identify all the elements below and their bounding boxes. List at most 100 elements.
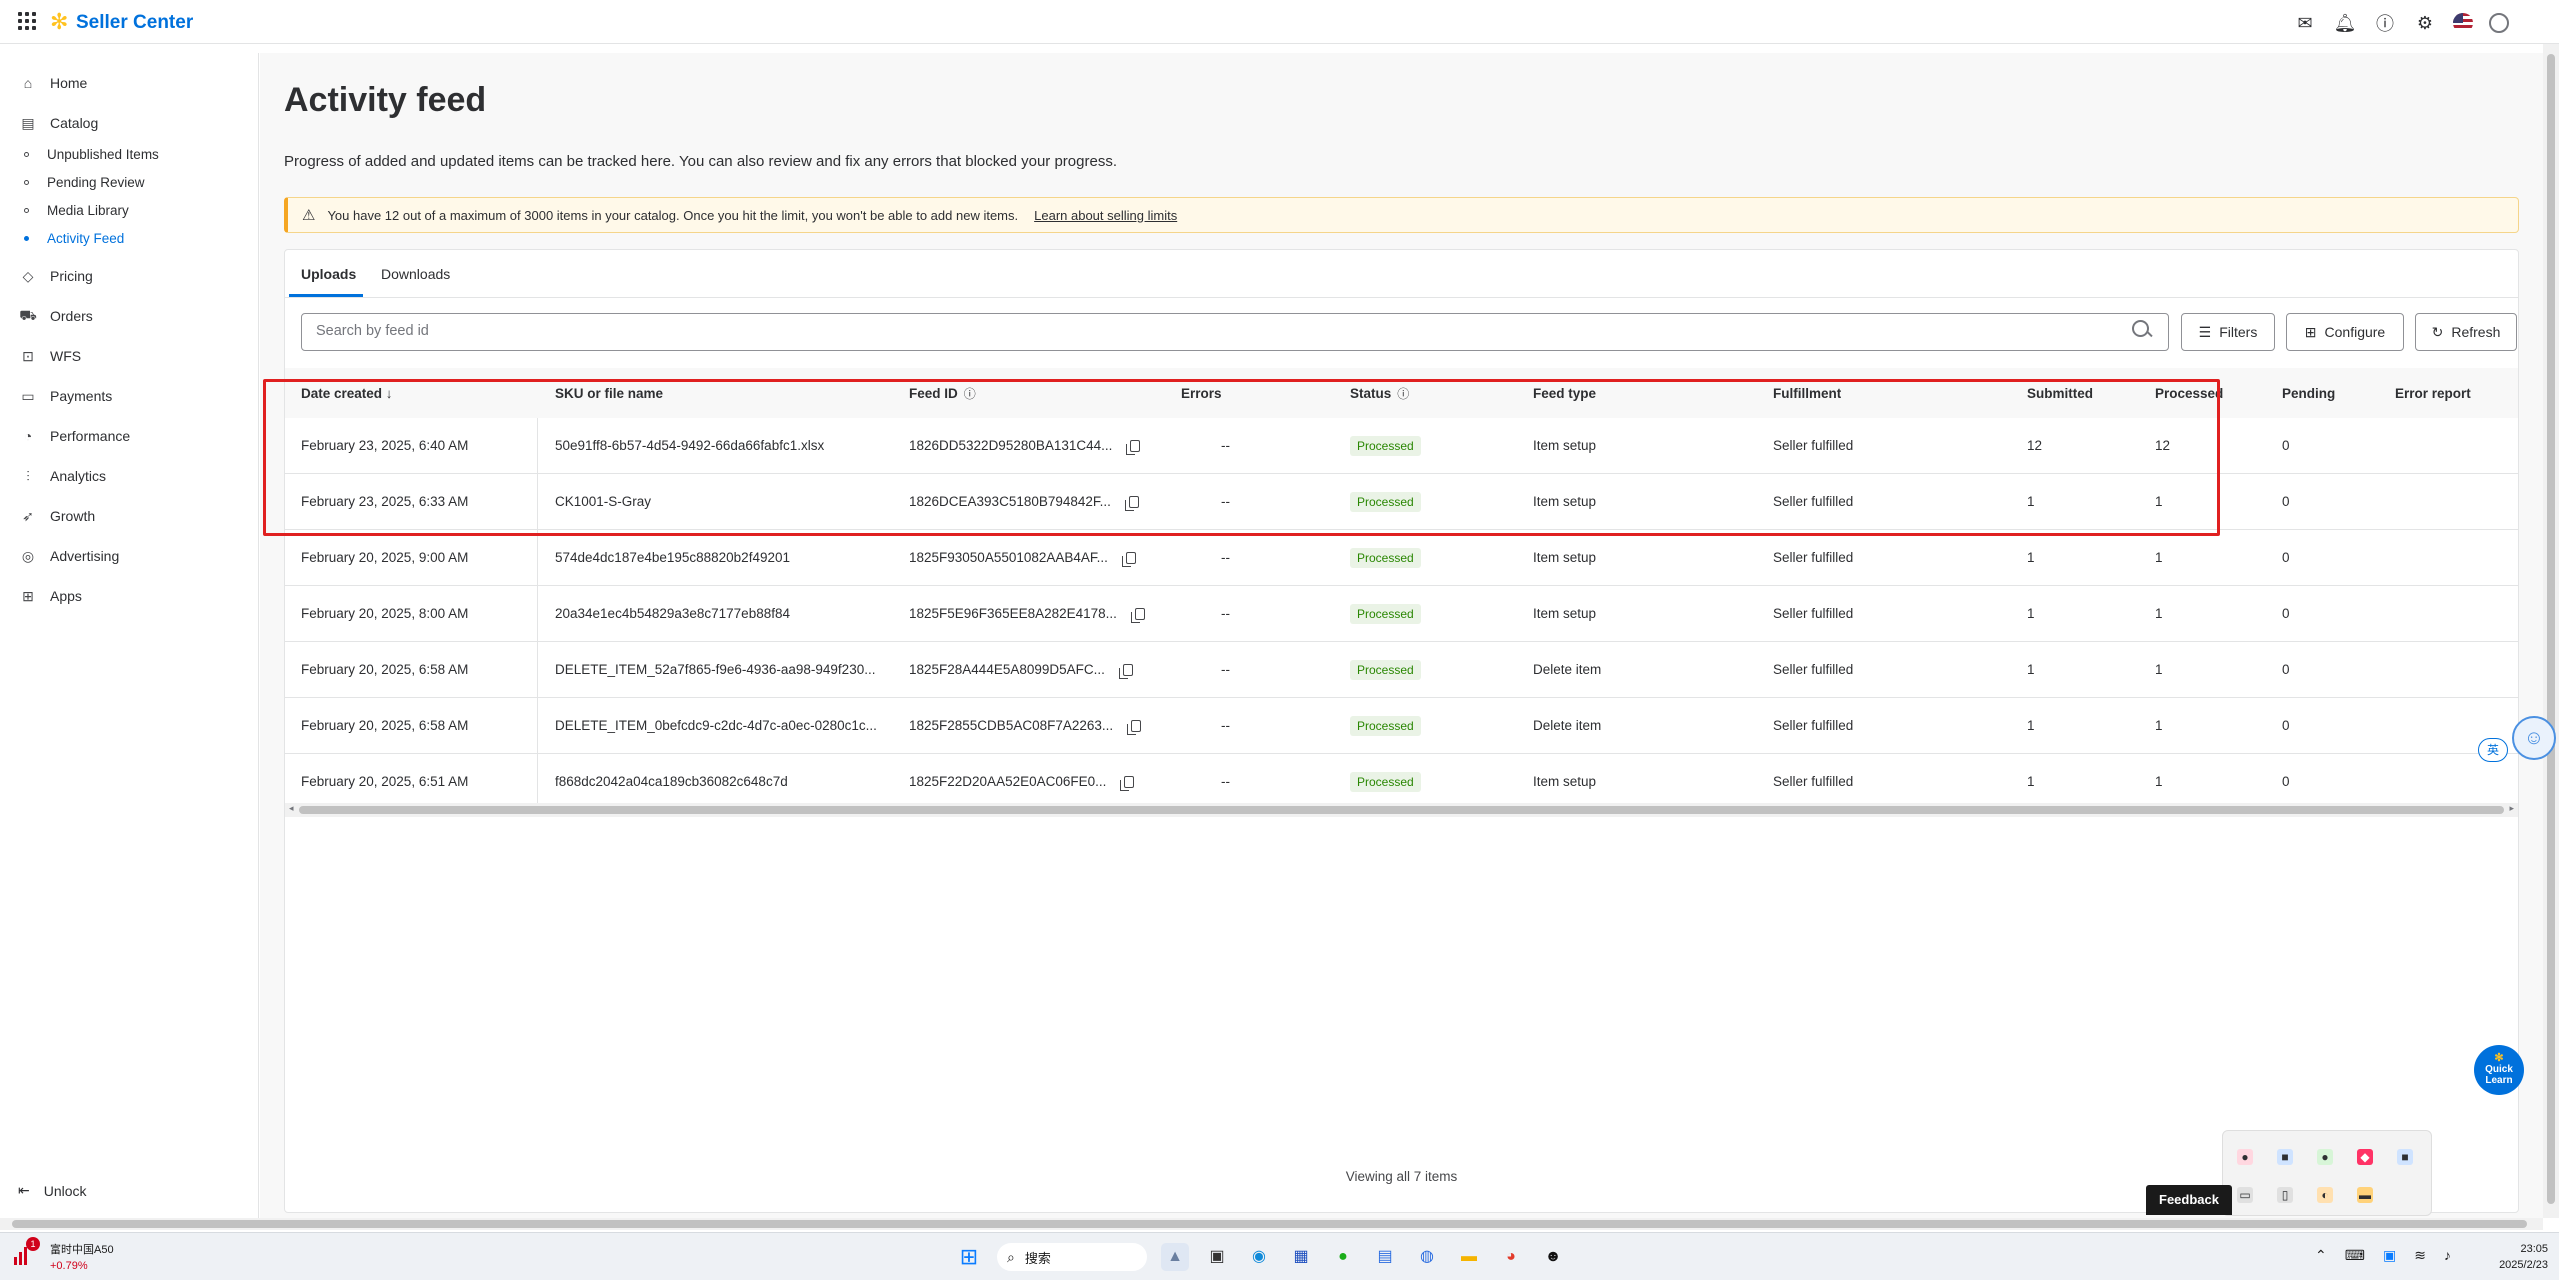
quick-learn-button[interactable]: ✻ Quick Learn	[2474, 1045, 2524, 1095]
windows-start-icon[interactable]: ⊞	[955, 1243, 983, 1271]
filters-button[interactable]: ☰ Filters	[2181, 313, 2275, 351]
gear-icon[interactable]: ⚙	[2413, 13, 2437, 34]
cell-text: 0	[2282, 494, 2290, 509]
qq-tray-icon[interactable]: ●	[2237, 1149, 2253, 1165]
qq-icon[interactable]: ☻	[1539, 1243, 1567, 1271]
sidebar-sub-media-library[interactable]: Media Library	[24, 203, 129, 218]
feedback-button[interactable]: Feedback	[2146, 1185, 2232, 1215]
tab-uploads[interactable]: Uploads	[301, 266, 356, 282]
sidebar-item-payments[interactable]: ▭ Payments	[18, 381, 112, 411]
app-tray-icon[interactable]: ▣	[2383, 1247, 2396, 1264]
sidebar-sub-unpublished[interactable]: Unpublished Items	[24, 147, 159, 162]
taskbar-clock[interactable]: 23:05 2025/2/23	[2488, 1241, 2548, 1273]
cell-text: 12	[2027, 438, 2043, 453]
app-tray-icon[interactable]: ▬	[2357, 1187, 2373, 1203]
table-row[interactable]: February 20, 2025, 9:00 AM 574de4dc187e4b…	[285, 530, 2518, 586]
scroll-left-icon[interactable]: ◂	[289, 803, 294, 814]
app-icon[interactable]: ▦	[1287, 1243, 1315, 1271]
table-row[interactable]: February 23, 2025, 6:33 AM CK1001-S-Gray 1…	[285, 474, 2518, 530]
sidebar-item-pricing[interactable]: ◇ Pricing	[18, 261, 93, 291]
search-icon[interactable]	[2132, 320, 2152, 342]
app-tray-icon[interactable]: ■	[2277, 1149, 2293, 1165]
app-grid-icon[interactable]	[18, 12, 38, 32]
selling-limits-link[interactable]: Learn about selling limits	[1034, 208, 1177, 223]
language-toggle[interactable]: 英	[2478, 738, 2508, 762]
page-horizontal-scrollbar[interactable]	[0, 1218, 2543, 1230]
copy-icon[interactable]	[1124, 495, 1139, 511]
task-view-icon[interactable]: ▣	[1203, 1243, 1231, 1271]
sidebar-item-orders[interactable]: ⛟ Orders	[18, 301, 93, 331]
taskbar-search[interactable]: ⌕ 搜索	[997, 1243, 1147, 1271]
sidebar-item-home[interactable]: ⌂ Home	[18, 68, 88, 98]
us-flag-icon[interactable]	[2453, 13, 2473, 33]
app-tray-icon[interactable]: ◐	[2317, 1187, 2333, 1203]
tab-downloads[interactable]: Downloads	[381, 266, 450, 282]
folder-icon[interactable]: ▬	[1455, 1243, 1483, 1271]
chevron-up-icon[interactable]: ⌃	[2315, 1247, 2327, 1264]
stock-widget[interactable]: 1 富时中国A50 +0.79%	[14, 1237, 114, 1272]
wifi-icon[interactable]: ≋	[2414, 1247, 2426, 1264]
copy-icon[interactable]	[1127, 719, 1142, 735]
app-icon[interactable]: ▤	[1371, 1243, 1399, 1271]
wechat-tray-icon[interactable]: ●	[2317, 1149, 2333, 1165]
app-tray-icon[interactable]: ◆	[2357, 1149, 2373, 1165]
assistant-robot-icon[interactable]: ☺	[2512, 716, 2556, 760]
sidebar-sub-activity-feed[interactable]: Activity Feed	[24, 231, 124, 246]
table-row[interactable]: February 20, 2025, 6:58 AM DELETE_ITEM_0b…	[285, 698, 2518, 754]
cell-text: Seller fulfilled	[1773, 438, 1854, 453]
info-icon[interactable]: ⓘ	[964, 385, 976, 402]
sidebar-item-performance[interactable]: ◔ Performance	[18, 421, 130, 451]
refresh-button[interactable]: ↻ Refresh	[2415, 313, 2517, 351]
sidebar-unlock[interactable]: ⇤ Unlock	[18, 1182, 87, 1199]
sidebar-item-growth[interactable]: ➶ Growth	[18, 501, 95, 531]
sidebar-item-advertising[interactable]: ◎ Advertising	[18, 541, 119, 571]
scrollbar-thumb[interactable]	[12, 1220, 2527, 1228]
copy-icon[interactable]	[1118, 663, 1133, 679]
sidebar-item-catalog[interactable]: ▤ Catalog	[18, 108, 98, 138]
wechat-icon[interactable]: ●	[1329, 1243, 1357, 1271]
sidebar-item-apps[interactable]: ⊞ Apps	[18, 581, 82, 611]
bullet-icon	[24, 236, 29, 241]
copy-icon[interactable]	[1121, 551, 1136, 567]
status-badge: Processed	[1350, 435, 1421, 456]
bell-icon[interactable]: 🔔︎	[2333, 13, 2357, 34]
drive-tray-icon[interactable]: ▭	[2237, 1187, 2253, 1203]
table-horizontal-scrollbar[interactable]: ◂ ▸	[285, 803, 2518, 817]
scrollbar-thumb[interactable]	[2547, 54, 2555, 1204]
info-icon[interactable]: ⓘ	[1397, 385, 1409, 402]
sidebar-item-wfs[interactable]: ⊡ WFS	[18, 341, 81, 371]
table-row[interactable]: February 20, 2025, 6:51 AM f868dc2042a04c…	[285, 754, 2518, 810]
mail-icon[interactable]: ✉	[2293, 13, 2317, 34]
scrollbar-thumb[interactable]	[299, 806, 2504, 814]
browser-icon[interactable]: ◍	[1413, 1243, 1441, 1271]
col-date-created[interactable]: Date created ↓	[301, 368, 393, 418]
page-vertical-scrollbar[interactable]	[2543, 44, 2559, 1218]
table-row[interactable]: February 20, 2025, 6:58 AM DELETE_ITEM_52…	[285, 642, 2518, 698]
cell-errors: --	[1221, 642, 1271, 697]
brand-title[interactable]: Seller Center	[76, 12, 193, 34]
chrome-icon[interactable]: ◕	[1497, 1243, 1525, 1271]
cell-text: Seller fulfilled	[1773, 550, 1854, 565]
notification-badge: 1	[26, 1237, 40, 1251]
keyboard-icon[interactable]: ⌨	[2345, 1247, 2365, 1264]
help-icon[interactable]: ⓘ	[2373, 10, 2397, 36]
configure-button[interactable]: ⊞ Configure	[2286, 313, 2404, 351]
search-input[interactable]	[316, 323, 2096, 339]
copy-icon[interactable]	[1120, 775, 1135, 791]
table-row[interactable]: February 20, 2025, 8:00 AM 20a34e1ec4b548…	[285, 586, 2518, 642]
scroll-right-icon[interactable]: ▸	[2509, 803, 2514, 814]
copy-icon[interactable]	[1126, 439, 1141, 455]
table-row[interactable]: February 23, 2025, 6:40 AM 50e91ff8-6b57-…	[285, 418, 2518, 474]
activity-card: Uploads Downloads ☰Filters ⊞Configure ↻R…	[284, 249, 2519, 1213]
browser-tray-icon[interactable]: ■	[2397, 1149, 2413, 1165]
avatar[interactable]	[2489, 13, 2509, 33]
cell-text: 20a34e1ec4b54829a3e8c7177eb88f84	[555, 606, 790, 621]
mountain-widget-icon[interactable]: ▲	[1161, 1243, 1189, 1271]
usb-tray-icon[interactable]: ▯	[2277, 1187, 2293, 1203]
volume-icon[interactable]: ♪	[2444, 1247, 2451, 1264]
cell-sku: DELETE_ITEM_0befcdc9-c2dc-4d7c-a0ec-0280…	[555, 698, 885, 753]
edge-icon[interactable]: ◉	[1245, 1243, 1273, 1271]
copy-icon[interactable]	[1130, 607, 1145, 623]
sidebar-item-analytics[interactable]: ⫶ Analytics	[18, 461, 106, 491]
sidebar-sub-pending-review[interactable]: Pending Review	[24, 175, 145, 190]
